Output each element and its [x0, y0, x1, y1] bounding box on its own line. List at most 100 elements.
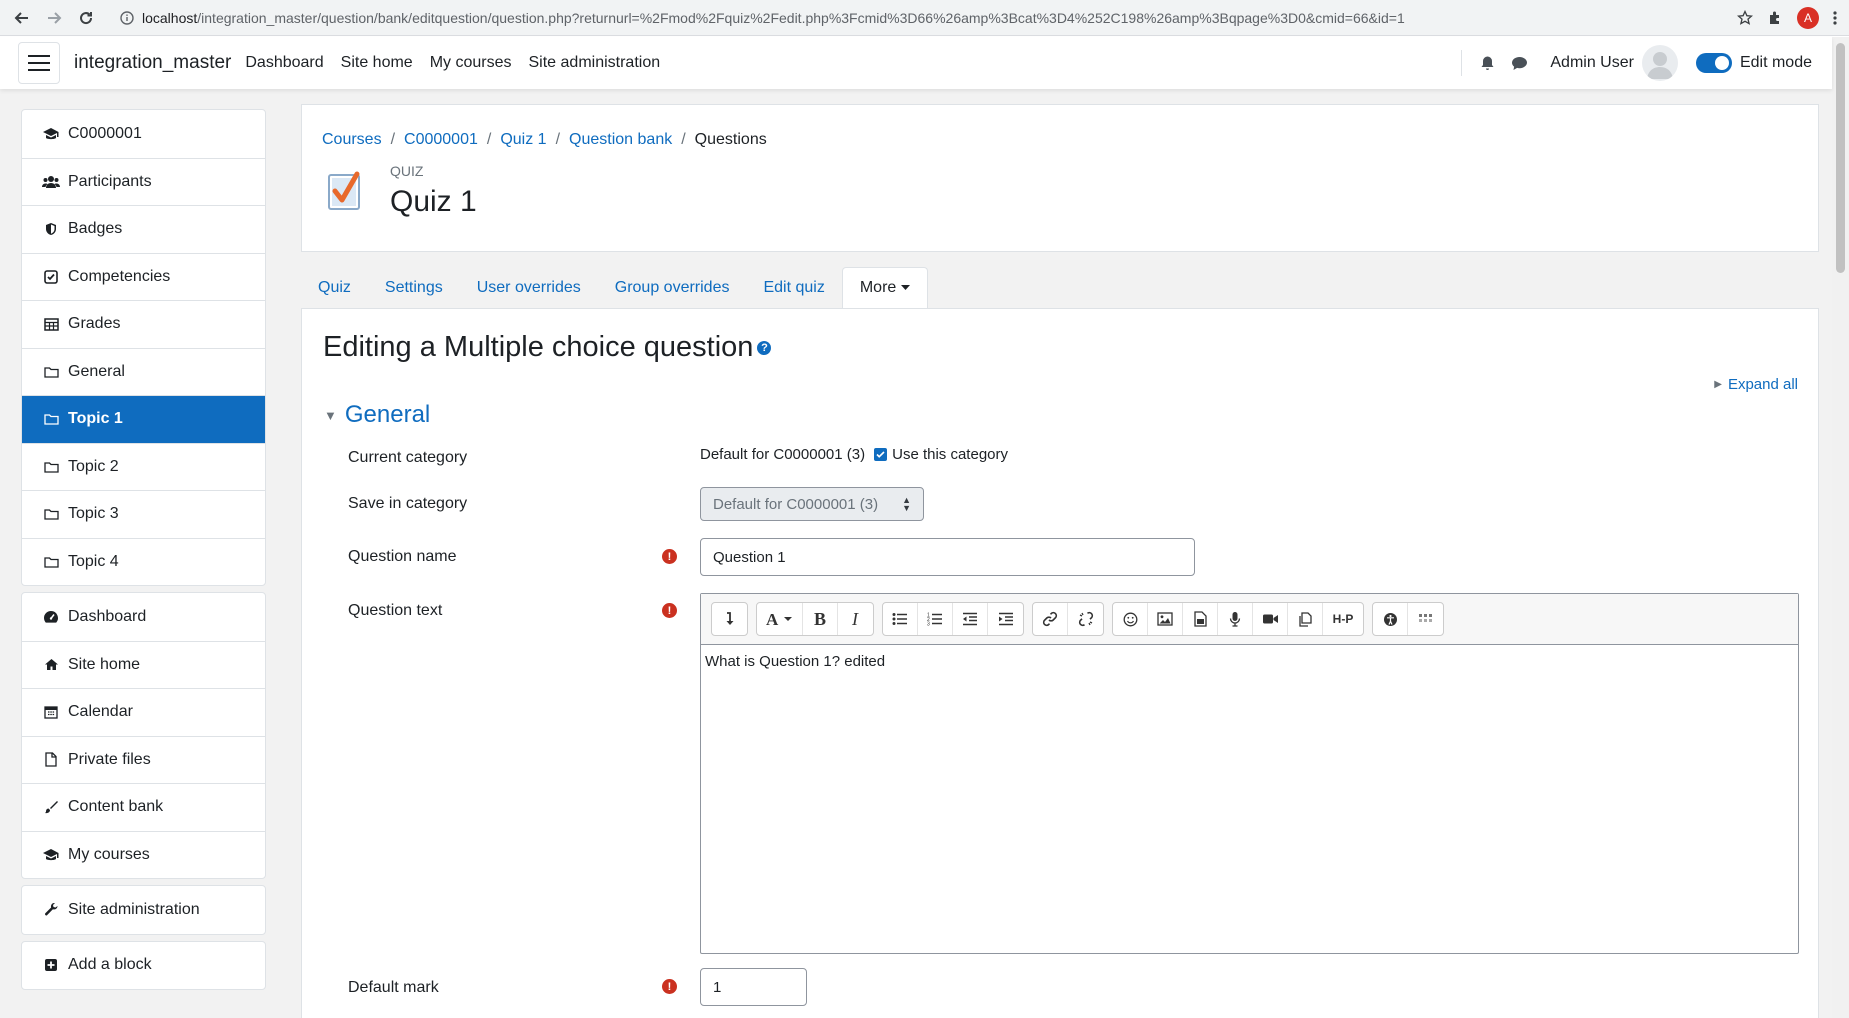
- outdent-icon[interactable]: [953, 603, 988, 635]
- forward-icon[interactable]: [40, 4, 68, 32]
- help-icon[interactable]: ?: [757, 340, 772, 355]
- breadcrumb-courses[interactable]: Courses: [322, 131, 382, 149]
- breadcrumb-course[interactable]: C0000001: [404, 131, 478, 149]
- ordered-list-icon[interactable]: 123: [918, 603, 953, 635]
- drawer-item-general[interactable]: General: [22, 347, 265, 396]
- unordered-list-icon[interactable]: [883, 603, 918, 635]
- edit-mode-toggle[interactable]: [1695, 53, 1732, 73]
- nav-link-my-courses[interactable]: My courses: [430, 54, 512, 72]
- star-icon[interactable]: [1737, 10, 1753, 26]
- drawer-toggle-button[interactable]: [18, 42, 60, 84]
- default-mark-label: Default mark: [348, 979, 439, 996]
- default-mark-input[interactable]: 1: [700, 968, 807, 1006]
- address-bar[interactable]: localhost/integration_master/question/ba…: [110, 4, 1730, 32]
- drawer-item-site-administration[interactable]: Site administration: [22, 886, 265, 934]
- divider: [1461, 50, 1463, 76]
- add-block-container: Add a block: [21, 940, 266, 990]
- add-block-button[interactable]: Add a block: [22, 942, 265, 990]
- drawer-item-topic-4[interactable]: Topic 4: [22, 537, 265, 586]
- drawer-item-badges[interactable]: Badges: [22, 205, 265, 253]
- indent-icon[interactable]: [988, 603, 1023, 635]
- save-in-category-select[interactable]: Default for C0000001 (3) ▲ ▼: [700, 487, 924, 521]
- home-icon: [42, 658, 60, 671]
- manage-files-icon[interactable]: [1288, 603, 1323, 635]
- tab-settings[interactable]: Settings: [368, 268, 460, 308]
- editor-toolbar: A B I 123 H-P: [701, 594, 1798, 645]
- page-scrollbar[interactable]: [1832, 37, 1849, 1018]
- breadcrumb-separator: /: [486, 131, 492, 148]
- drawer-item-grades[interactable]: Grades: [22, 300, 265, 348]
- bold-icon[interactable]: B: [803, 603, 838, 635]
- drawer-item-course[interactable]: C0000001: [22, 110, 265, 158]
- tab-quiz[interactable]: Quiz: [301, 268, 368, 308]
- toolbar-group-media: H-P: [1112, 602, 1364, 636]
- drawer-item-content-bank[interactable]: Content bank: [22, 783, 265, 831]
- primary-navigation: Dashboard Site home My courses Site admi…: [245, 54, 660, 72]
- tab-edit-quiz[interactable]: Edit quiz: [746, 268, 841, 308]
- video-camera-icon[interactable]: [1253, 603, 1288, 635]
- question-name-input[interactable]: Question 1: [700, 538, 1195, 576]
- info-icon[interactable]: [120, 11, 134, 25]
- drawer-item-competencies[interactable]: Competencies: [22, 252, 265, 301]
- paragraph-styles-icon[interactable]: A: [757, 603, 803, 635]
- extensions-icon[interactable]: [1767, 10, 1783, 26]
- italic-icon[interactable]: I: [838, 603, 873, 635]
- expand-all-link[interactable]: ▶ Expand all: [1714, 376, 1798, 393]
- hamburger-icon: [28, 55, 50, 71]
- drawer-item-my-courses[interactable]: My courses: [22, 830, 265, 879]
- microphone-icon[interactable]: [1218, 603, 1253, 635]
- check-square-icon: [42, 269, 60, 284]
- breadcrumb-question-bank[interactable]: Question bank: [569, 131, 672, 149]
- image-icon[interactable]: [1148, 603, 1183, 635]
- required-icon: !: [662, 603, 677, 618]
- scrollbar-thumb[interactable]: [1836, 43, 1845, 273]
- drawer-item-dashboard[interactable]: Dashboard: [22, 593, 265, 641]
- site-nav-block: Dashboard Site home Calendar Private fil…: [21, 592, 266, 879]
- drawer-item-topic-3[interactable]: Topic 3: [22, 490, 265, 538]
- nav-link-site-administration[interactable]: Site administration: [529, 54, 661, 72]
- tab-group-overrides[interactable]: Group overrides: [598, 268, 747, 308]
- nav-link-site-home[interactable]: Site home: [341, 54, 413, 72]
- user-menu-name[interactable]: Admin User: [1550, 54, 1634, 72]
- tab-user-overrides[interactable]: User overrides: [460, 268, 598, 308]
- reload-icon[interactable]: [72, 4, 100, 32]
- drawer-item-site-home[interactable]: Site home: [22, 640, 265, 689]
- tab-more[interactable]: More: [841, 267, 929, 308]
- drawer-item-private-files[interactable]: Private files: [22, 735, 265, 784]
- unlink-icon[interactable]: [1068, 603, 1103, 635]
- drawer-item-label: Grades: [68, 315, 121, 333]
- chat-icon[interactable]: [1511, 56, 1528, 71]
- profile-avatar[interactable]: A: [1797, 7, 1819, 29]
- current-category-label: Current category: [348, 449, 468, 466]
- nav-link-dashboard[interactable]: Dashboard: [245, 54, 323, 72]
- drawer-item-participants[interactable]: Participants: [22, 157, 265, 206]
- user-avatar[interactable]: [1641, 45, 1678, 81]
- breadcrumb-separator: /: [390, 131, 396, 148]
- use-category-label: Use this category: [892, 446, 1008, 463]
- section-general-toggle[interactable]: ▼ General: [324, 401, 430, 429]
- media-file-icon[interactable]: [1183, 603, 1218, 635]
- secondary-navigation: Quiz Settings User overrides Group overr…: [301, 267, 929, 308]
- accessibility-checker-icon[interactable]: [1373, 603, 1408, 635]
- bell-icon[interactable]: [1480, 55, 1495, 71]
- drawer-item-calendar[interactable]: Calendar: [22, 688, 265, 736]
- drawer-item-topic-1[interactable]: Topic 1: [22, 395, 265, 443]
- drawer-item-topic-2[interactable]: Topic 2: [22, 442, 265, 491]
- drawer-item-label: Topic 2: [68, 457, 119, 475]
- screenreader-helper-icon[interactable]: [1408, 603, 1443, 635]
- course-nav-block: C0000001 Participants Badges Competencie…: [21, 109, 266, 586]
- site-name[interactable]: integration_master: [74, 52, 231, 74]
- back-icon[interactable]: [8, 4, 36, 32]
- folder-icon: [42, 556, 60, 568]
- folder-icon: [42, 366, 60, 378]
- url-host: localhost: [142, 10, 198, 26]
- breadcrumb-quiz[interactable]: Quiz 1: [500, 131, 546, 149]
- show-more-buttons-icon[interactable]: [712, 603, 747, 635]
- question-text-content[interactable]: What is Question 1? edited: [701, 645, 1798, 678]
- h5p-icon[interactable]: H-P: [1323, 603, 1363, 635]
- use-category-checkbox[interactable]: [874, 448, 888, 461]
- link-icon[interactable]: [1033, 603, 1068, 635]
- kebab-menu-icon[interactable]: [1833, 10, 1837, 26]
- emoji-icon[interactable]: [1113, 603, 1148, 635]
- caret-right-icon: ▶: [1714, 379, 1722, 390]
